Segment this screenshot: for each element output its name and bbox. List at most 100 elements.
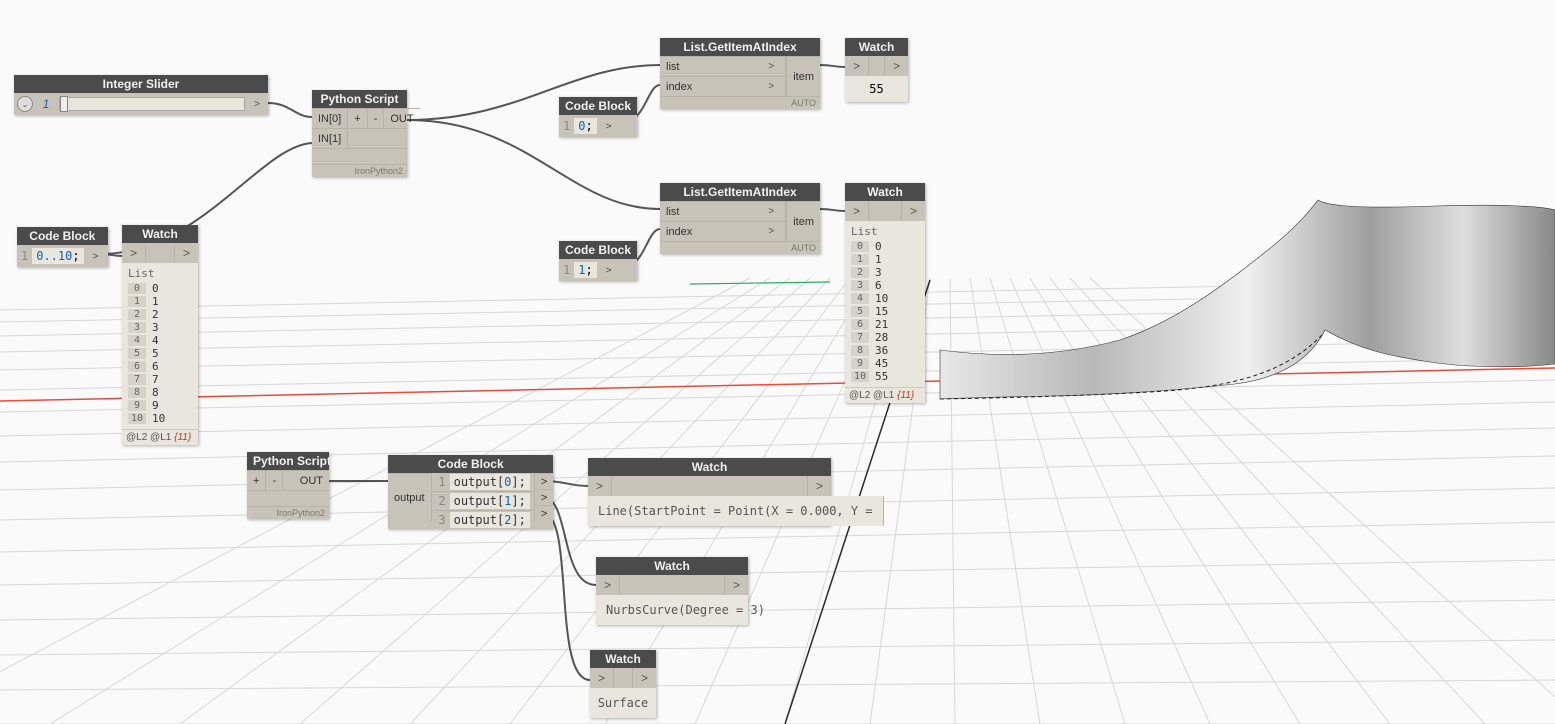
list-item: 00 <box>851 240 919 253</box>
input-port[interactable]: > <box>588 476 612 496</box>
line-number: 1 <box>563 263 570 277</box>
node-code-block-range[interactable]: Code Block 1 0..10; > <box>17 227 108 267</box>
output-port[interactable]: > <box>807 476 831 496</box>
output-port-2[interactable]: > <box>534 505 553 521</box>
watch-content: List 001122334455667788991010 <box>122 263 198 429</box>
output-port[interactable]: > <box>88 251 104 262</box>
output-port[interactable]: > <box>632 668 656 688</box>
output-port[interactable]: > <box>601 121 617 132</box>
node-code-block-output[interactable]: Code Block output 1output[0];2output[1];… <box>388 455 553 529</box>
input-port-list[interactable]: list> <box>660 201 786 221</box>
node-title: Watch <box>845 183 925 201</box>
watch-footer: @L2 @L1 {11} <box>122 429 198 445</box>
output-port[interactable]: OUT <box>283 470 329 490</box>
node-title: List.GetItemAtIndex <box>660 38 820 56</box>
scrollbar[interactable] <box>883 496 884 526</box>
node-watch-range[interactable]: Watch > > List 001122334455667788991010 … <box>122 225 198 445</box>
node-title: Code Block <box>559 241 637 259</box>
node-title: Code Block <box>559 97 637 115</box>
output-port-0[interactable]: > <box>534 473 553 489</box>
watch-value: 55 <box>845 76 908 102</box>
add-input-button[interactable]: + <box>247 470 266 490</box>
list-item: 23 <box>851 266 919 279</box>
node-python-script-1[interactable]: Python Script IN[0] + - OUT IN[1] IronPy… <box>312 90 407 177</box>
list-item: 11 <box>851 253 919 266</box>
slider-thumb[interactable] <box>60 96 68 112</box>
output-port[interactable]: > <box>174 243 198 263</box>
node-title: Watch <box>122 225 198 243</box>
node-python-script-2[interactable]: Python Script + - OUT IronPython2 <box>247 452 329 519</box>
input-port[interactable]: > <box>845 56 869 76</box>
code-text[interactable]: 0..10; <box>32 248 83 264</box>
node-watch-surface[interactable]: Watch > > Surface <box>590 650 656 718</box>
list-item: 1010 <box>128 412 192 425</box>
list-item: 36 <box>851 279 919 292</box>
output-port-1[interactable]: > <box>534 489 553 505</box>
node-watch-55[interactable]: Watch > > 55 <box>845 38 908 102</box>
list-item: 55 <box>128 347 192 360</box>
list-item: 77 <box>128 373 192 386</box>
input-port-index[interactable]: index> <box>660 76 786 96</box>
output-port[interactable]: > <box>249 99 265 110</box>
list-item: 945 <box>851 357 919 370</box>
node-code-block-one[interactable]: Code Block 1 1; > <box>559 241 637 281</box>
list-item: 410 <box>851 292 919 305</box>
list-item: 88 <box>128 386 192 399</box>
list-item: 621 <box>851 318 919 331</box>
node-title: List.GetItemAtIndex <box>660 183 820 201</box>
list-item: 33 <box>128 321 192 334</box>
geometry-surface <box>940 200 1555 399</box>
input-port[interactable]: > <box>590 668 614 688</box>
node-title: Python Script <box>247 452 329 470</box>
list-item: 44 <box>128 334 192 347</box>
input-port-0[interactable]: IN[0] <box>312 108 348 128</box>
output-port[interactable]: > <box>884 56 908 76</box>
list-item: 66 <box>128 360 192 373</box>
watch-value: Line(StartPoint = Point(X = 0.000, Y = <box>588 496 883 526</box>
lacing-label: AUTO <box>660 96 820 109</box>
node-watch-line[interactable]: Watch > > Line(StartPoint = Point(X = 0.… <box>588 458 831 526</box>
node-integer-slider[interactable]: Integer Slider ⌄ 1 > <box>14 75 268 115</box>
output-port[interactable]: > <box>724 575 748 595</box>
line-number: 1 <box>563 119 570 133</box>
code-line[interactable]: 3output[2]; <box>432 510 534 529</box>
node-title: Watch <box>845 38 908 56</box>
list-item: 515 <box>851 305 919 318</box>
code-text[interactable]: 0; <box>574 118 596 134</box>
output-port[interactable]: > <box>601 265 617 276</box>
input-port-index[interactable]: index> <box>660 221 786 241</box>
input-port-1[interactable]: IN[1] <box>312 128 348 148</box>
node-title: Watch <box>590 650 656 668</box>
input-port[interactable]: > <box>596 575 620 595</box>
add-input-button[interactable]: + <box>348 108 367 128</box>
slider-track[interactable] <box>59 97 245 111</box>
watch-value: NurbsCurve(Degree = 3) <box>596 595 748 625</box>
node-code-block-zero[interactable]: Code Block 1 0; > <box>559 97 637 137</box>
list-item: 728 <box>851 331 919 344</box>
remove-input-button[interactable]: - <box>368 108 385 128</box>
node-title: Watch <box>588 458 831 476</box>
chevron-down-icon[interactable]: ⌄ <box>17 96 33 112</box>
engine-label: IronPython2 <box>247 506 329 519</box>
list-item: 11 <box>128 295 192 308</box>
output-port-item[interactable]: item <box>786 56 820 96</box>
input-port-list[interactable]: list> <box>660 56 786 76</box>
node-watch-nurbs[interactable]: Watch > > NurbsCurve(Degree = 3) <box>596 557 748 625</box>
input-port-output[interactable]: output <box>388 473 432 521</box>
code-line[interactable]: 1output[0]; <box>432 473 534 491</box>
code-text[interactable]: 1; <box>574 262 596 278</box>
lacing-label: AUTO <box>660 241 820 254</box>
node-title: Integer Slider <box>14 75 268 93</box>
node-get-item-1[interactable]: List.GetItemAtIndex list> index> item AU… <box>660 38 820 109</box>
input-port[interactable]: > <box>845 201 869 221</box>
code-line[interactable]: 2output[1]; <box>432 491 534 510</box>
output-port-item[interactable]: item <box>786 201 820 241</box>
output-port[interactable]: OUT <box>384 108 419 128</box>
list-item: 99 <box>128 399 192 412</box>
node-watch-triangular[interactable]: Watch > > List 0011233641051562172883694… <box>845 183 925 403</box>
node-title: Python Script <box>312 90 407 108</box>
output-port[interactable]: > <box>901 201 925 221</box>
remove-input-button[interactable]: - <box>266 470 283 490</box>
node-get-item-2[interactable]: List.GetItemAtIndex list> index> item AU… <box>660 183 820 254</box>
input-port[interactable]: > <box>122 243 146 263</box>
